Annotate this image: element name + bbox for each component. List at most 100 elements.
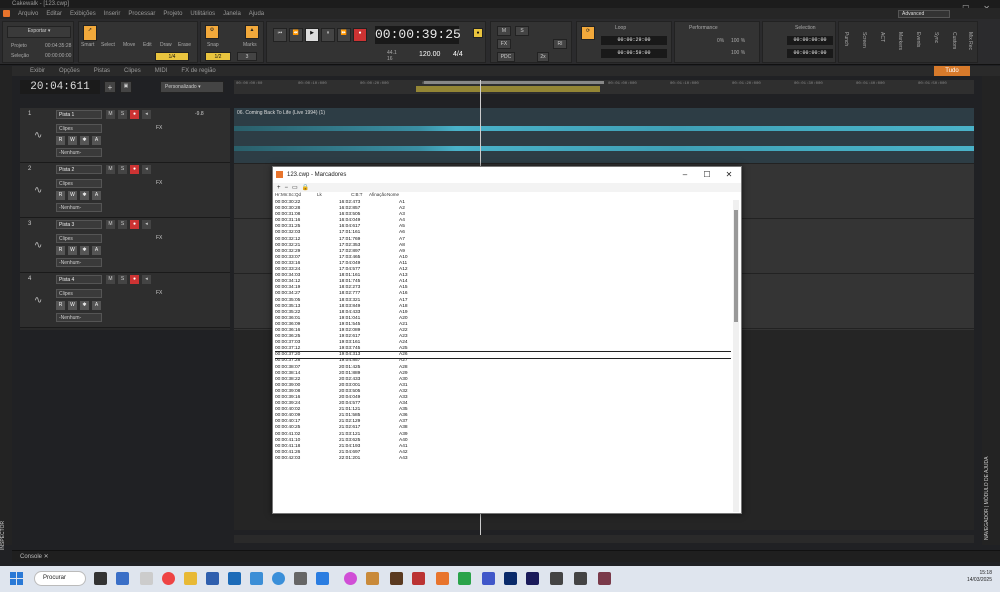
- track-header[interactable]: 2 Pista 2 M S ● ◂ Clipes FX ∿ R W ✱ A -Nenhum-: [20, 163, 230, 218]
- fx-bin[interactable]: FX: [156, 235, 162, 241]
- archive-button[interactable]: A: [92, 246, 101, 255]
- add-marker-icon[interactable]: +: [277, 185, 281, 191]
- horizontal-scrollbar[interactable]: [234, 535, 974, 543]
- list-scrollbar[interactable]: [733, 200, 739, 512]
- mix-s-button[interactable]: S: [515, 26, 529, 36]
- lock-marker-icon[interactable]: 🔒: [302, 184, 309, 191]
- menu-clipes[interactable]: Clipes: [124, 68, 141, 74]
- photoshop-icon[interactable]: [504, 572, 517, 585]
- clips-select[interactable]: Clipes: [56, 289, 102, 298]
- menu-pistas[interactable]: Pistas: [94, 68, 110, 74]
- navigator-tab[interactable]: NAVEGADOR | MÓDULO DE AJUDA: [984, 420, 998, 540]
- automation-icon[interactable]: ✱: [80, 301, 89, 310]
- audio-clip[interactable]: [234, 108, 974, 163]
- tempo[interactable]: 120.00: [419, 51, 440, 58]
- tudo-button[interactable]: Tudo: [934, 66, 970, 76]
- rewind-icon[interactable]: ⏮: [273, 28, 287, 42]
- col-pitch[interactable]: Afinação: [369, 192, 387, 197]
- input-echo-icon[interactable]: ◂: [142, 110, 151, 119]
- automation-select[interactable]: -Nenhum-: [56, 313, 102, 322]
- app-icon-14[interactable]: [598, 572, 611, 585]
- col-cbt[interactable]: C:B:T: [351, 192, 363, 197]
- audition-icon[interactable]: [458, 572, 471, 585]
- module-events[interactable]: Events: [915, 32, 921, 47]
- module-sync[interactable]: Sync: [933, 32, 939, 43]
- track-name[interactable]: Pista 4: [56, 275, 102, 284]
- ruler-scroll-thumb[interactable]: [424, 81, 604, 84]
- dialog-minimize-icon[interactable]: –: [673, 167, 697, 183]
- menu-item[interactable]: Arquivo: [18, 11, 38, 17]
- menu-item[interactable]: Inserir: [104, 11, 121, 17]
- read-automation-button[interactable]: R: [56, 301, 65, 310]
- module-punch[interactable]: Punch: [843, 32, 849, 46]
- menu-item[interactable]: Janela: [223, 11, 241, 17]
- loop-end[interactable]: 00:00:59:00: [601, 49, 667, 58]
- delete-marker-icon[interactable]: −: [285, 185, 289, 191]
- start-icon[interactable]: [10, 572, 23, 585]
- app-icon-5[interactable]: [294, 572, 307, 585]
- archive-button[interactable]: A: [92, 301, 101, 310]
- workspace-select[interactable]: Advanced: [898, 10, 950, 18]
- menu-fx-regiao[interactable]: FX de região: [181, 68, 215, 74]
- write-automation-button[interactable]: W: [68, 301, 77, 310]
- marker-row[interactable]: 00:00:42:03 22:01:201 A43: [275, 456, 731, 462]
- edit-marker-icon[interactable]: ▭: [292, 184, 298, 191]
- export-button[interactable]: Exportar ▾: [7, 26, 71, 38]
- col-time[interactable]: Hr:Mn:Sc:Qd: [275, 192, 301, 197]
- time-ruler[interactable]: 00:00:00:00 00:00:10:000 00:00:20:000 00:00…: [234, 80, 974, 94]
- track-header[interactable]: 1 Pista 1 M S ● ◂ -9.8 Clipes FX ∿ R W ✱ A -Nenhum-: [20, 108, 230, 163]
- metronome-icon[interactable]: ●: [473, 28, 483, 38]
- app-icon-1[interactable]: [140, 572, 153, 585]
- solo-button[interactable]: S: [118, 275, 127, 284]
- loop-region[interactable]: [416, 86, 600, 92]
- track-header[interactable]: 3 Pista 3 M S ● ◂ Clipes FX ∿ R W ✱ A -Nenhum-: [20, 218, 230, 273]
- module-mixrec[interactable]: Mix Rec: [967, 32, 973, 50]
- app-icon-3[interactable]: [206, 572, 219, 585]
- write-automation-button[interactable]: W: [68, 246, 77, 255]
- list-scroll-thumb[interactable]: [734, 210, 738, 322]
- mute-button[interactable]: M: [106, 275, 115, 284]
- cakewalk-taskbar-icon[interactable]: [436, 572, 449, 585]
- clips-select[interactable]: Clipes: [56, 234, 102, 243]
- snap-icon[interactable]: ⚙: [205, 25, 219, 39]
- clips-select[interactable]: Clipes: [56, 179, 102, 188]
- archive-button[interactable]: A: [92, 136, 101, 145]
- fx-bin[interactable]: FX: [156, 290, 162, 296]
- app-icon-12[interactable]: [550, 572, 563, 585]
- write-automation-button[interactable]: W: [68, 191, 77, 200]
- solo-button[interactable]: S: [118, 110, 127, 119]
- app-icon-8[interactable]: [366, 572, 379, 585]
- menu-midi[interactable]: MIDI: [155, 68, 168, 74]
- record-arm-icon[interactable]: ●: [130, 275, 139, 284]
- menu-opcoes[interactable]: Opções: [59, 68, 80, 74]
- meter[interactable]: 4/4: [453, 51, 463, 58]
- mix-fx-button[interactable]: FX: [497, 39, 511, 49]
- module-custom[interactable]: Custom: [951, 32, 957, 49]
- menu-item[interactable]: Editar: [46, 11, 62, 17]
- loop-icon[interactable]: ⟳: [581, 26, 595, 40]
- record-icon[interactable]: ●: [353, 28, 367, 42]
- write-automation-button[interactable]: W: [68, 136, 77, 145]
- automation-select[interactable]: -Nenhum-: [56, 148, 102, 157]
- automation-select[interactable]: -Nenhum-: [56, 258, 102, 267]
- record-arm-icon[interactable]: ●: [130, 110, 139, 119]
- track-name[interactable]: Pista 2: [56, 165, 102, 174]
- mute-button[interactable]: M: [106, 165, 115, 174]
- menu-exibir[interactable]: Exibir: [30, 68, 45, 74]
- clips-select[interactable]: Clipes: [56, 124, 102, 133]
- app-icon-9[interactable]: [390, 572, 403, 585]
- app-icon-2[interactable]: [162, 572, 175, 585]
- menu-item[interactable]: Processar: [128, 11, 155, 17]
- track-name[interactable]: Pista 1: [56, 110, 102, 119]
- file-explorer-icon[interactable]: [184, 572, 197, 585]
- now-time[interactable]: 00:00:39:25: [375, 26, 461, 44]
- module-act[interactable]: ACT: [879, 32, 885, 42]
- solo-button[interactable]: S: [118, 220, 127, 229]
- marks-value-select[interactable]: 3: [237, 52, 257, 61]
- menu-item[interactable]: Utilitários: [190, 11, 215, 17]
- track-name[interactable]: Pista 3: [56, 220, 102, 229]
- add-track-icon[interactable]: +: [104, 81, 116, 93]
- col-lock[interactable]: Lk: [317, 192, 322, 197]
- view-preset-select[interactable]: Personalizado ▾: [160, 81, 224, 93]
- archive-button[interactable]: A: [92, 191, 101, 200]
